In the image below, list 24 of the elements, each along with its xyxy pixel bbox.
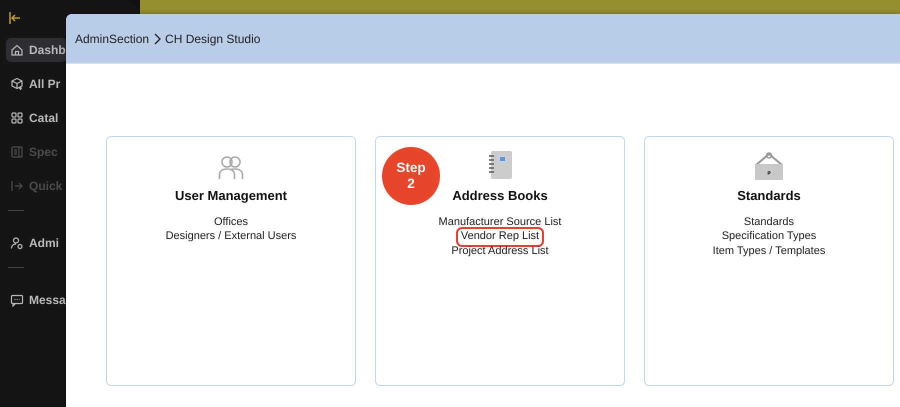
- sidebar-item[interactable]: Messa: [6, 288, 67, 312]
- sidebar-item[interactable]: Dashb: [6, 38, 67, 62]
- notebook-icon: [487, 150, 513, 180]
- card-title: Standards: [737, 188, 801, 203]
- home-icon: [10, 43, 24, 57]
- sidebar-item[interactable]: Catal: [6, 106, 60, 130]
- chevron-right-icon: [153, 32, 162, 44]
- breadcrumb-item[interactable]: AdminSection: [75, 32, 150, 46]
- chat-icon: [10, 293, 24, 307]
- book-icon: [10, 145, 24, 159]
- enter-icon: [10, 179, 24, 193]
- step-badge: Step 2: [382, 147, 440, 205]
- sidebar-item[interactable]: All Pr: [6, 72, 62, 96]
- collapse-sidebar-icon[interactable]: [9, 12, 21, 24]
- grid-icon: [10, 111, 24, 125]
- breadcrumb-item[interactable]: CH Design Studio: [165, 32, 260, 46]
- cube-icon: [10, 77, 24, 91]
- card-title: User Management: [175, 188, 287, 203]
- users-icon: [218, 154, 244, 180]
- user-gear-icon: [10, 236, 24, 250]
- sidebar-item[interactable]: Admi: [6, 231, 60, 255]
- card-link[interactable]: Vendor Rep List: [456, 227, 544, 246]
- card-title: Address Books: [452, 188, 548, 203]
- hanging-sign-icon: [754, 152, 784, 180]
